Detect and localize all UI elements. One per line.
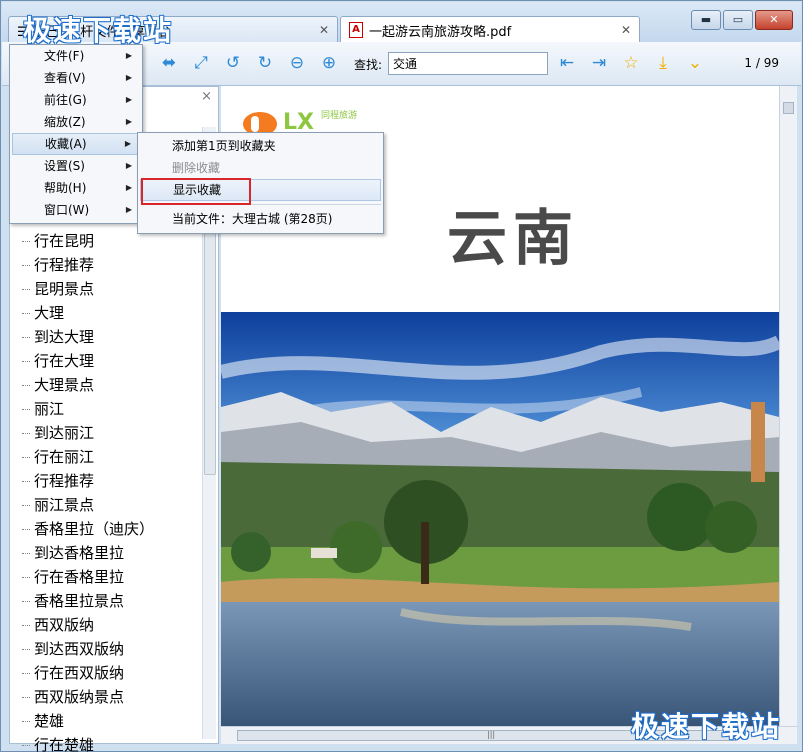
list-item[interactable]: 西双版纳景点 <box>22 685 154 709</box>
site-watermark: 极速下载站 <box>631 710 782 743</box>
close-icon[interactable]: ✕ <box>319 23 329 37</box>
minimize-button[interactable]: ▬ <box>691 10 721 30</box>
list-item[interactable]: 行程推荐 <box>22 469 154 493</box>
remove-favorite-item[interactable]: 删除收藏 <box>138 157 383 179</box>
list-item[interactable]: 丽江 <box>22 397 154 421</box>
chevron-right-icon: ▶ <box>125 205 132 214</box>
list-item[interactable]: 行在楚雄 <box>22 733 154 752</box>
find-label: 查找: <box>354 58 383 72</box>
list-item[interactable]: 行在昆明 <box>22 229 154 253</box>
list-item[interactable]: 西双版纳 <box>22 613 154 637</box>
scrollbar-thumb[interactable] <box>783 102 794 114</box>
pdf-icon: A <box>349 22 363 38</box>
menu-item-goto[interactable]: 前往(G) ▶ <box>10 89 142 111</box>
menu-item-window[interactable]: 窗口(W) ▶ <box>10 199 142 221</box>
list-item[interactable]: 楚雄 <box>22 709 154 733</box>
list-item[interactable]: 香格里拉（迪庆） <box>22 517 154 541</box>
site-watermark: 极速下载站 <box>23 14 174 47</box>
list-item[interactable]: 大理 <box>22 301 154 325</box>
menu-item-favorites[interactable]: 收藏(A) ▶ <box>12 133 140 155</box>
chevron-right-icon: ▶ <box>125 73 132 82</box>
rotate-right-icon[interactable]: ↻ <box>254 52 276 74</box>
list-item[interactable]: 香格里拉景点 <box>22 589 154 613</box>
menu-item-view[interactable]: 查看(V) ▶ <box>10 67 142 89</box>
list-item[interactable]: 行在丽江 <box>22 445 154 469</box>
menu-item-help[interactable]: 帮助(H) ▶ <box>10 177 142 199</box>
close-icon[interactable]: × <box>201 89 212 104</box>
list-item[interactable]: 大理景点 <box>22 373 154 397</box>
find-input[interactable] <box>388 52 548 75</box>
tab-pdf-document[interactable]: A 一起游云南旅游攻略.pdf ✕ <box>340 16 640 43</box>
favorites-submenu: 添加第1页到收藏夹 删除收藏 显示收藏 当前文件：大理古城 (第28页) <box>137 132 384 234</box>
menu-item-settings[interactable]: 设置(S) ▶ <box>10 155 142 177</box>
download-icon[interactable]: ⤓ <box>652 52 674 74</box>
list-item[interactable]: 行在香格里拉 <box>22 565 154 589</box>
list-item[interactable]: 行在大理 <box>22 349 154 373</box>
fit-width-icon[interactable]: ⬌ <box>158 52 180 74</box>
highlight-annotation <box>141 178 251 205</box>
zoom-out-icon[interactable]: ⊖ <box>286 52 308 74</box>
scrollbar-grip: ||| <box>487 730 496 739</box>
landscape-photo <box>221 312 779 744</box>
next-result-icon[interactable]: ⇥ <box>588 52 610 74</box>
window-controls: ▬ ▭ ✕ <box>691 10 793 30</box>
menu-item-zoom[interactable]: 缩放(Z) ▶ <box>10 111 142 133</box>
prev-result-icon[interactable]: ⇤ <box>556 52 578 74</box>
chevron-right-icon: ▶ <box>125 117 132 126</box>
chevron-right-icon: ▶ <box>124 139 131 148</box>
tab-label: 一起游云南旅游攻略.pdf <box>369 24 512 40</box>
outline-list: 行在昆明 行程推荐 昆明景点 大理 到达大理 行在大理 大理景点 丽江 到达丽江… <box>22 229 154 752</box>
fit-page-icon[interactable]: ⤢ <box>190 52 212 74</box>
app-window: ☰ 稻已口 :杆文件分享平台 ✕ A 一起游云南旅游攻略.pdf ✕ ▬ ▭ ✕… <box>0 0 803 752</box>
add-favorite-item[interactable]: 添加第1页到收藏夹 <box>138 135 383 157</box>
list-item[interactable]: 行程推荐 <box>22 253 154 277</box>
current-file-item[interactable]: 当前文件：大理古城 (第28页) <box>138 208 383 230</box>
close-icon[interactable]: ✕ <box>621 23 631 37</box>
dropdown-icon[interactable]: ⌄ <box>684 52 706 74</box>
list-item[interactable]: 到达大理 <box>22 325 154 349</box>
zoom-in-icon[interactable]: ⊕ <box>318 52 340 74</box>
maximize-button[interactable]: ▭ <box>723 10 753 30</box>
list-item[interactable]: 到达西双版纳 <box>22 637 154 661</box>
chevron-right-icon: ▶ <box>125 161 132 170</box>
page-title: 云南 <box>447 204 579 274</box>
chevron-right-icon: ▶ <box>125 183 132 192</box>
star-icon[interactable]: ☆ <box>620 52 642 74</box>
rotate-left-icon[interactable]: ↺ <box>222 52 244 74</box>
page-indicator: 1 / 99 <box>744 56 779 70</box>
list-item[interactable]: 丽江景点 <box>22 493 154 517</box>
list-item[interactable]: 到达香格里拉 <box>22 541 154 565</box>
close-button[interactable]: ✕ <box>755 10 793 30</box>
list-item[interactable]: 到达丽江 <box>22 421 154 445</box>
document-scrollbar[interactable] <box>779 86 797 726</box>
list-item[interactable]: 昆明景点 <box>22 277 154 301</box>
main-menu: 文件(F) ▶ 查看(V) ▶ 前往(G) ▶ 缩放(Z) ▶ 收藏(A) ▶ … <box>9 44 143 224</box>
scrollbar-thumb[interactable] <box>204 207 216 475</box>
list-item[interactable]: 行在西双版纳 <box>22 661 154 685</box>
chevron-right-icon: ▶ <box>125 95 132 104</box>
